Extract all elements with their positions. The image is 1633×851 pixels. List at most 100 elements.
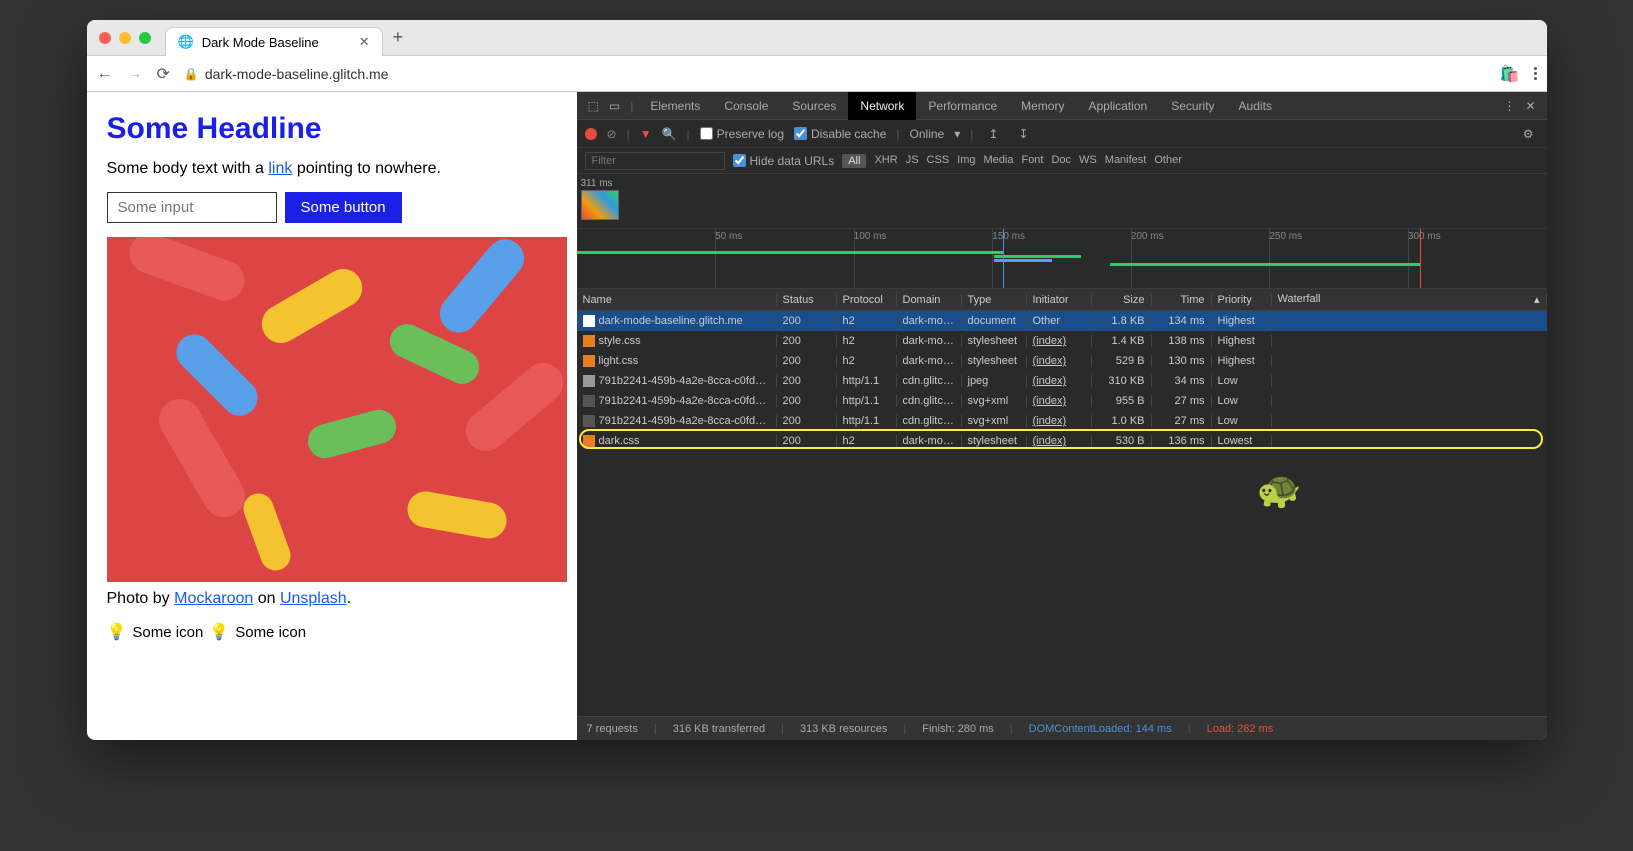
page-input[interactable] bbox=[107, 192, 277, 223]
filmstrip-thumb bbox=[581, 190, 619, 220]
col-protocol[interactable]: Protocol bbox=[837, 294, 897, 306]
hide-data-urls-checkbox[interactable]: Hide data URLs bbox=[733, 154, 835, 168]
traffic-lights bbox=[99, 32, 151, 44]
status-finish: Finish: 280 ms bbox=[922, 723, 994, 735]
devtools-tab-network[interactable]: Network bbox=[848, 92, 916, 120]
network-row[interactable]: 791b2241-459b-4a2e-8cca-c0fdc2…200http/1… bbox=[577, 411, 1547, 431]
browser-window: 🌐 Dark Mode Baseline ✕ + ← → ⟳ 🔒 dark-mo… bbox=[87, 20, 1547, 740]
page-button[interactable]: Some button bbox=[285, 192, 402, 223]
tab-title: Dark Mode Baseline bbox=[202, 35, 319, 50]
addressbar: ← → ⟳ 🔒 dark-mode-baseline.glitch.me 🛍️ bbox=[87, 56, 1547, 92]
network-row[interactable]: 791b2241-459b-4a2e-8cca-c0fdc2…200http/1… bbox=[577, 371, 1547, 391]
devtools-tab-application[interactable]: Application bbox=[1076, 92, 1159, 120]
titlebar: 🌐 Dark Mode Baseline ✕ + bbox=[87, 20, 1547, 56]
network-row[interactable]: dark.css200h2dark-mo…stylesheet(index)53… bbox=[577, 431, 1547, 451]
devtools-close-icon[interactable]: ✕ bbox=[1520, 99, 1540, 113]
inspect-icon[interactable]: ⬚ bbox=[583, 99, 604, 113]
close-window-button[interactable] bbox=[99, 32, 111, 44]
browser-menu-button[interactable] bbox=[1534, 67, 1537, 80]
disable-cache-checkbox[interactable]: Disable cache bbox=[794, 127, 886, 141]
bulb-icon: 💡 bbox=[209, 622, 229, 642]
devtools-tabs: ⬚ ▭ | ElementsConsoleSourcesNetworkPerfo… bbox=[577, 92, 1547, 120]
col-waterfall[interactable]: Waterfall ▴ bbox=[1272, 293, 1547, 306]
browser-tab[interactable]: 🌐 Dark Mode Baseline ✕ bbox=[165, 27, 383, 56]
filter-chip-other[interactable]: Other bbox=[1154, 154, 1182, 168]
col-name[interactable]: Name bbox=[577, 294, 777, 306]
device-icon[interactable]: ▭ bbox=[604, 99, 625, 113]
status-bar: 7 requests | 316 KB transferred | 313 KB… bbox=[577, 716, 1547, 740]
status-load: Load: 282 ms bbox=[1207, 723, 1274, 735]
icon-row: 💡 Some icon 💡 Some icon bbox=[107, 622, 557, 642]
minimize-window-button[interactable] bbox=[119, 32, 131, 44]
timeline-overview[interactable]: 50 ms100 ms150 ms200 ms250 ms300 ms bbox=[577, 229, 1547, 289]
reload-button[interactable]: ⟳ bbox=[157, 64, 170, 84]
devtools-tab-sources[interactable]: Sources bbox=[780, 92, 848, 120]
devtools-panel: ⬚ ▭ | ElementsConsoleSourcesNetworkPerfo… bbox=[577, 92, 1547, 740]
turtle-emoji: 🐢 bbox=[1257, 469, 1302, 511]
col-size[interactable]: Size bbox=[1092, 294, 1152, 306]
clear-icon[interactable]: ⊘ bbox=[607, 127, 617, 141]
devtools-tab-console[interactable]: Console bbox=[712, 92, 780, 120]
new-tab-button[interactable]: + bbox=[393, 27, 404, 48]
page-headline: Some Headline bbox=[107, 112, 557, 146]
network-row[interactable]: 791b2241-459b-4a2e-8cca-c0fdc2…200http/1… bbox=[577, 391, 1547, 411]
back-button[interactable]: ← bbox=[97, 65, 113, 83]
maximize-window-button[interactable] bbox=[139, 32, 151, 44]
filter-chip-all[interactable]: All bbox=[842, 154, 866, 168]
tab-close-icon[interactable]: ✕ bbox=[359, 34, 370, 50]
url-area[interactable]: 🔒 dark-mode-baseline.glitch.me bbox=[184, 66, 1486, 82]
devtools-tab-elements[interactable]: Elements bbox=[638, 92, 712, 120]
filter-chip-img[interactable]: Img bbox=[957, 154, 975, 168]
col-priority[interactable]: Priority bbox=[1212, 294, 1272, 306]
status-requests: 7 requests bbox=[587, 723, 638, 735]
network-table: Name Status Protocol Domain Type Initiat… bbox=[577, 289, 1547, 716]
table-header: Name Status Protocol Domain Type Initiat… bbox=[577, 289, 1547, 311]
filter-chip-media[interactable]: Media bbox=[984, 154, 1014, 168]
page-content: Some Headline Some body text with a link… bbox=[87, 92, 577, 740]
status-transferred: 316 KB transferred bbox=[673, 723, 765, 735]
network-row[interactable]: light.css200h2dark-mo…stylesheet(index)5… bbox=[577, 351, 1547, 371]
page-image bbox=[107, 237, 567, 582]
filter-toggle-icon[interactable]: ▼ bbox=[640, 127, 652, 141]
status-dcl: DOMContentLoaded: 144 ms bbox=[1029, 723, 1172, 735]
devtools-tab-audits[interactable]: Audits bbox=[1227, 92, 1284, 120]
record-button[interactable] bbox=[585, 128, 597, 140]
photo-credit: Photo by Mockaroon on Unsplash. bbox=[107, 590, 557, 608]
timeline-filmstrip[interactable]: 311 ms bbox=[577, 174, 1547, 229]
download-icon[interactable]: ↧ bbox=[1013, 127, 1033, 141]
filter-chip-doc[interactable]: Doc bbox=[1051, 154, 1071, 168]
throttle-select[interactable]: Online ▾ bbox=[910, 127, 961, 141]
photo-author-link[interactable]: Mockaroon bbox=[174, 590, 253, 607]
filter-chip-font[interactable]: Font bbox=[1021, 154, 1043, 168]
url-text: dark-mode-baseline.glitch.me bbox=[205, 66, 389, 82]
filter-chip-ws[interactable]: WS bbox=[1079, 154, 1097, 168]
col-time[interactable]: Time bbox=[1152, 294, 1212, 306]
col-domain[interactable]: Domain bbox=[897, 294, 962, 306]
filter-chip-manifest[interactable]: Manifest bbox=[1105, 154, 1147, 168]
devtools-tab-security[interactable]: Security bbox=[1159, 92, 1226, 120]
lock-icon: 🔒 bbox=[184, 67, 199, 81]
settings-icon[interactable]: ⚙ bbox=[1518, 127, 1539, 141]
upload-icon[interactable]: ↥ bbox=[983, 127, 1003, 141]
devtools-tab-performance[interactable]: Performance bbox=[916, 92, 1009, 120]
search-icon[interactable]: 🔍 bbox=[662, 127, 677, 141]
filter-chip-xhr[interactable]: XHR bbox=[874, 154, 897, 168]
devtools-menu-icon[interactable]: ⋮ bbox=[1498, 99, 1520, 113]
status-resources: 313 KB resources bbox=[800, 723, 887, 735]
network-row[interactable]: dark-mode-baseline.glitch.me200h2dark-mo… bbox=[577, 311, 1547, 331]
globe-icon: 🌐 bbox=[178, 34, 194, 50]
filter-chip-js[interactable]: JS bbox=[906, 154, 919, 168]
filter-input[interactable] bbox=[585, 152, 725, 170]
extension-icon[interactable]: 🛍️ bbox=[1500, 64, 1520, 84]
col-initiator[interactable]: Initiator bbox=[1027, 294, 1092, 306]
body-link[interactable]: link bbox=[268, 160, 292, 177]
devtools-tab-memory[interactable]: Memory bbox=[1009, 92, 1076, 120]
forward-button[interactable]: → bbox=[127, 65, 143, 83]
filter-chip-css[interactable]: CSS bbox=[927, 154, 950, 168]
network-row[interactable]: style.css200h2dark-mo…stylesheet(index)1… bbox=[577, 331, 1547, 351]
network-toolbar: ⊘ | ▼ 🔍 | Preserve log Disable cache | O… bbox=[577, 120, 1547, 148]
preserve-log-checkbox[interactable]: Preserve log bbox=[700, 127, 784, 141]
col-type[interactable]: Type bbox=[962, 294, 1027, 306]
col-status[interactable]: Status bbox=[777, 294, 837, 306]
photo-source-link[interactable]: Unsplash bbox=[280, 590, 347, 607]
